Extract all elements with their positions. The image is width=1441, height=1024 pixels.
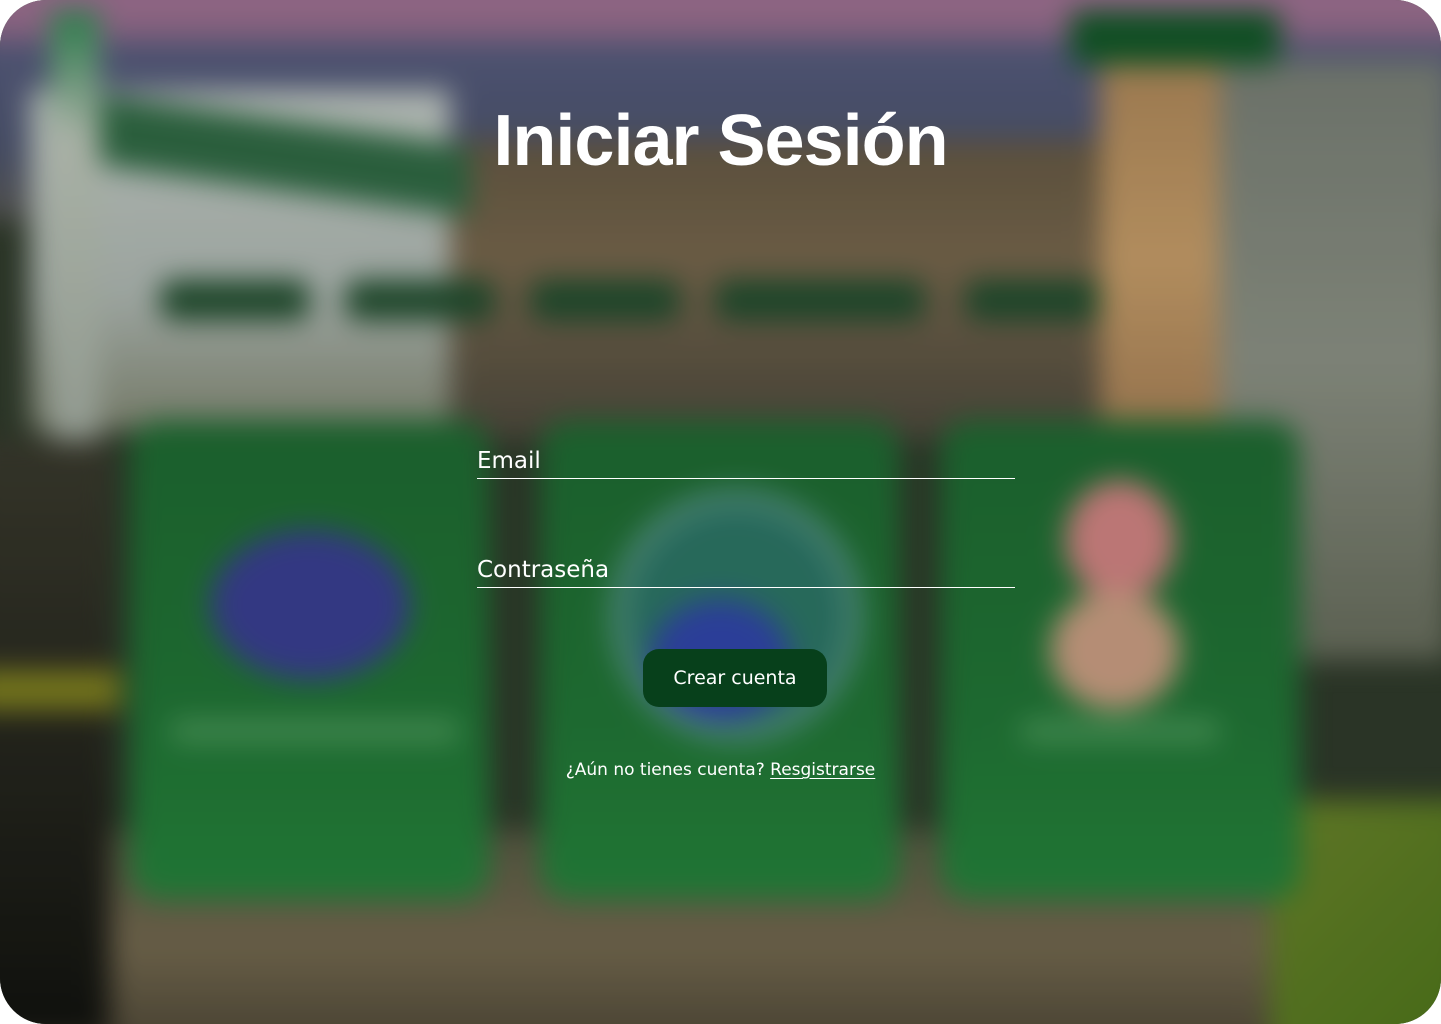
register-link[interactable]: Resgistrarse [770, 760, 875, 780]
signup-prompt-text: ¿Aún no tienes cuenta? [565, 760, 765, 780]
signup-prompt: ¿Aún no tienes cuenta? Resgistrarse [0, 760, 1441, 780]
create-account-button[interactable]: Crear cuenta [643, 649, 827, 707]
email-field[interactable] [477, 448, 1015, 479]
email-input[interactable] [477, 448, 1015, 478]
page-title: Iniciar Sesión [493, 101, 948, 181]
login-screen: Iniciar Sesión Crear cuenta ¿Aún no tien… [0, 0, 1441, 1024]
password-input[interactable] [477, 557, 1015, 587]
password-field[interactable] [477, 557, 1015, 588]
